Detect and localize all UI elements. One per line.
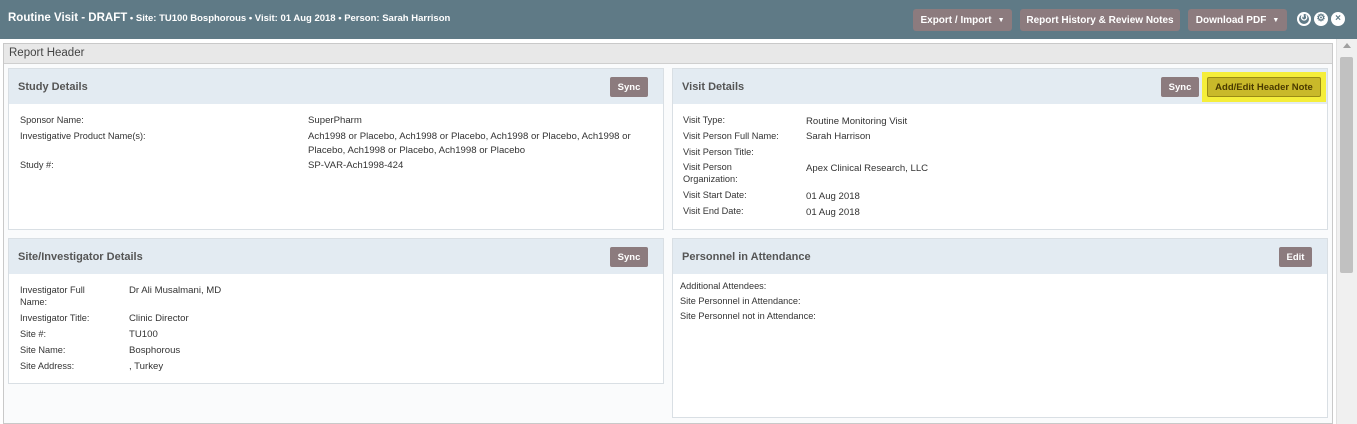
field-label: Site Personnel in Attendance:	[680, 296, 801, 306]
download-pdf-label: Download PDF	[1195, 14, 1267, 26]
field-label: Investigative Product Name(s):	[20, 131, 146, 141]
personnel-title: Personnel in Attendance	[682, 251, 811, 263]
visit-details-header: Visit Details Sync Add/Edit Header Note	[673, 69, 1327, 104]
top-bar: Routine Visit - DRAFT • Site: TU100 Bosp…	[0, 0, 1357, 39]
field-label: Sponsor Name:	[20, 115, 84, 125]
field-value: TU100	[129, 329, 158, 340]
field-value: Ach1998 or Placebo, Ach1998 or Placebo, …	[308, 131, 631, 156]
add-edit-header-note-button[interactable]: Add/Edit Header Note	[1207, 77, 1321, 97]
field-label: Site Personnel not in Attendance:	[680, 311, 816, 321]
personnel-panel: Personnel in Attendance Edit Additional …	[672, 238, 1328, 418]
personnel-header: Personnel in Attendance Edit	[673, 239, 1327, 274]
field-label: Additional Attendees:	[680, 281, 767, 291]
page-title: Routine Visit - DRAFT • Site: TU100 Bosp…	[8, 12, 450, 24]
scroll-up-icon[interactable]	[1343, 43, 1351, 48]
field-value: Routine Monitoring Visit	[806, 116, 908, 127]
field-label: Visit Start Date:	[683, 190, 747, 200]
field-value: Sarah Harrison	[806, 131, 871, 142]
study-details-header: Study Details Sync	[9, 69, 663, 104]
field-value: 01 Aug 2018	[806, 207, 860, 218]
field-label: Site #:	[20, 329, 47, 339]
field-value: SuperPharm	[308, 115, 362, 126]
scrollbar-thumb[interactable]	[1340, 57, 1353, 273]
visit-sync-button[interactable]: Sync	[1161, 77, 1199, 97]
report-history-label: Report History & Review Notes	[1026, 14, 1174, 26]
field-value: 01 Aug 2018	[806, 191, 860, 202]
study-details-panel: Study Details Sync Sponsor Name: SuperPh…	[8, 68, 664, 230]
field-label: Study #:	[20, 160, 54, 170]
field-label: Visit Person Title:	[683, 147, 754, 157]
field-label: Investigator Title:	[20, 313, 90, 323]
settings-icon[interactable]: ⚙	[1314, 12, 1328, 26]
report-header-title: Report Header	[9, 47, 85, 59]
site-sync-button[interactable]: Sync	[610, 247, 648, 267]
field-value: Bosphorous	[129, 345, 181, 356]
field-label: Investigator Full Name:	[20, 285, 85, 307]
field-value: Clinic Director	[129, 313, 189, 324]
close-icon[interactable]: ×	[1331, 12, 1345, 26]
report-header-bar: Report Header	[4, 44, 1332, 64]
study-details-title: Study Details	[18, 81, 88, 93]
refresh-icon[interactable]: ↻	[1297, 12, 1311, 26]
chevron-down-icon: ▼	[997, 16, 1005, 24]
report-history-button[interactable]: Report History & Review Notes	[1020, 9, 1180, 31]
field-value: Dr Ali Musalmani, MD	[129, 285, 222, 296]
site-investigator-title: Site/Investigator Details	[18, 251, 143, 263]
site-investigator-header: Site/Investigator Details Sync	[9, 239, 663, 274]
visit-details-panel: Visit Details Sync Add/Edit Header Note …	[672, 68, 1328, 230]
personnel-edit-button[interactable]: Edit	[1279, 247, 1312, 267]
field-label: Visit End Date:	[683, 206, 744, 216]
chevron-down-icon: ▼	[1272, 16, 1280, 24]
report-meta: • Site: TU100 Bosphorous • Visit: 01 Aug…	[127, 13, 451, 24]
download-pdf-button[interactable]: Download PDF ▼	[1188, 9, 1287, 31]
site-investigator-panel: Site/Investigator Details Sync Investiga…	[8, 238, 664, 384]
field-value: SP-VAR-Ach1998-424	[308, 160, 404, 171]
field-label: Visit Type:	[683, 115, 726, 125]
export-import-button[interactable]: Export / Import ▼	[913, 9, 1012, 31]
export-import-label: Export / Import	[920, 14, 992, 26]
field-label: Site Name:	[20, 345, 66, 355]
field-value: , Turkey	[129, 361, 164, 372]
field-label: Visit Person Full Name:	[683, 131, 779, 141]
visit-details-title: Visit Details	[682, 81, 745, 93]
field-value: Apex Clinical Research, LLC	[806, 163, 929, 174]
field-label: Site Address:	[20, 361, 75, 371]
report-title: Routine Visit - DRAFT	[8, 12, 128, 24]
study-sync-button[interactable]: Sync	[610, 77, 648, 97]
vertical-scrollbar[interactable]	[1336, 39, 1357, 424]
field-label: Visit Person Organization:	[683, 162, 738, 184]
